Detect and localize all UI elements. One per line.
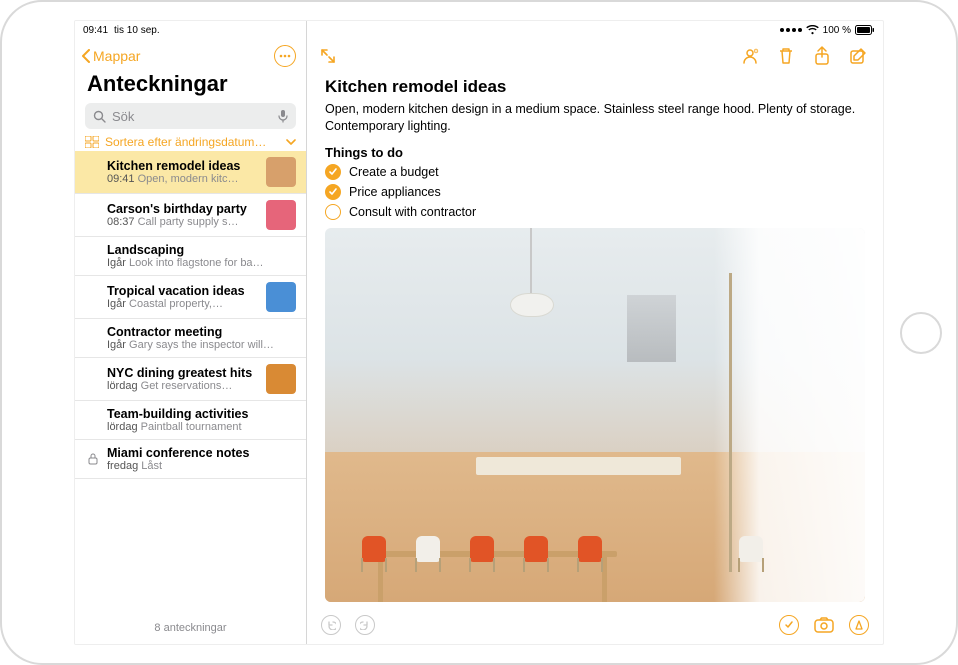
note-list-item[interactable]: Kitchen remodel ideas09:41 Open, modern … bbox=[75, 151, 306, 194]
screen: 09:41 tis 10 sep. 100 % Mappar bbox=[74, 20, 884, 645]
note-item-title: Contractor meeting bbox=[107, 325, 296, 339]
wifi-icon bbox=[806, 25, 819, 35]
note-item-subtitle: lördag Get reservations… bbox=[107, 380, 258, 392]
chevron-down-icon bbox=[286, 138, 296, 146]
note-item-title: Landscaping bbox=[107, 243, 296, 257]
expand-button[interactable] bbox=[317, 45, 339, 67]
checklist-item[interactable]: Price appliances bbox=[325, 184, 865, 200]
checklist-label: Price appliances bbox=[349, 185, 441, 199]
home-button[interactable] bbox=[900, 312, 942, 354]
checklist-label: Consult with contractor bbox=[349, 205, 476, 219]
note-item-subtitle: 09:41 Open, modern kitc… bbox=[107, 173, 258, 185]
note-editor: Kitchen remodel ideas Open, modern kitch… bbox=[307, 21, 883, 644]
note-list-item[interactable]: Contractor meetingIgår Gary says the ins… bbox=[75, 319, 306, 358]
checklist-button[interactable] bbox=[779, 615, 799, 635]
share-button[interactable] bbox=[811, 45, 833, 67]
note-list-item[interactable]: Carson's birthday party08:37 Call party … bbox=[75, 194, 306, 237]
search-input[interactable]: Sök bbox=[85, 103, 296, 129]
sort-label: Sortera efter ändringsdatum… bbox=[105, 135, 266, 149]
redo-button[interactable] bbox=[355, 615, 375, 635]
note-item-subtitle: fredag Låst bbox=[107, 460, 296, 472]
note-item-subtitle: lördag Paintball tournament bbox=[107, 421, 296, 433]
back-to-folders-button[interactable]: Mappar bbox=[81, 48, 140, 64]
editor-toolbar-top bbox=[307, 41, 883, 69]
note-item-title: Miami conference notes bbox=[107, 446, 296, 460]
checklist-label: Create a budget bbox=[349, 165, 439, 179]
grid-icon bbox=[85, 136, 99, 148]
sidebar-title: Anteckningar bbox=[75, 69, 306, 103]
note-item-thumbnail bbox=[266, 157, 296, 187]
note-item-subtitle: Igår Coastal property,… bbox=[107, 298, 258, 310]
note-list-item[interactable]: Tropical vacation ideasIgår Coastal prop… bbox=[75, 276, 306, 319]
dictate-icon[interactable] bbox=[278, 109, 288, 123]
checklist: Create a budget Price appliances Consult w… bbox=[325, 164, 865, 220]
note-list-item[interactable]: Miami conference notesfredag Låst bbox=[75, 440, 306, 479]
battery-icon bbox=[855, 25, 875, 35]
status-bar: 09:41 tis 10 sep. 100 % bbox=[75, 21, 883, 39]
note-list-item[interactable]: LandscapingIgår Look into flagstone for … bbox=[75, 237, 306, 276]
search-placeholder: Sök bbox=[112, 109, 134, 124]
note-item-title: Team-building activities bbox=[107, 407, 296, 421]
notes-sidebar: Mappar Anteckningar Sök Sortera efter än… bbox=[75, 21, 307, 644]
note-item-subtitle: 08:37 Call party supply s… bbox=[107, 216, 258, 228]
undo-button[interactable] bbox=[321, 615, 341, 635]
checkbox-unchecked-icon[interactable] bbox=[325, 204, 341, 220]
delete-button[interactable] bbox=[775, 45, 797, 67]
note-item-thumbnail bbox=[266, 282, 296, 312]
more-options-button[interactable] bbox=[274, 45, 296, 67]
status-date: tis 10 sep. bbox=[114, 25, 160, 36]
notes-count: 8 anteckningar bbox=[75, 614, 306, 644]
note-item-title: Carson's birthday party bbox=[107, 202, 258, 216]
camera-button[interactable] bbox=[813, 614, 835, 636]
checkbox-checked-icon[interactable] bbox=[325, 164, 341, 180]
note-item-title: Tropical vacation ideas bbox=[107, 284, 258, 298]
checklist-header[interactable]: Things to do bbox=[325, 145, 865, 160]
battery-percent: 100 % bbox=[823, 25, 851, 36]
back-label: Mappar bbox=[93, 48, 140, 64]
note-title[interactable]: Kitchen remodel ideas bbox=[325, 77, 865, 97]
note-image[interactable] bbox=[325, 228, 865, 602]
notes-list: Kitchen remodel ideas09:41 Open, modern … bbox=[75, 151, 306, 614]
ellipsis-icon bbox=[279, 54, 291, 58]
status-time: 09:41 bbox=[83, 25, 108, 36]
cellular-icon bbox=[780, 28, 802, 32]
search-icon bbox=[93, 110, 106, 123]
checkbox-checked-icon[interactable] bbox=[325, 184, 341, 200]
note-list-item[interactable]: NYC dining greatest hitslördag Get reser… bbox=[75, 358, 306, 401]
note-body[interactable]: Kitchen remodel ideas Open, modern kitch… bbox=[307, 69, 883, 610]
note-item-thumbnail bbox=[266, 364, 296, 394]
collaborate-button[interactable] bbox=[739, 45, 761, 67]
lock-icon bbox=[87, 453, 99, 465]
checklist-item[interactable]: Consult with contractor bbox=[325, 204, 865, 220]
ipad-frame: 09:41 tis 10 sep. 100 % Mappar bbox=[0, 0, 958, 665]
note-paragraph[interactable]: Open, modern kitchen design in a medium … bbox=[325, 101, 865, 135]
note-item-subtitle: Igår Look into flagstone for ba… bbox=[107, 257, 296, 269]
note-item-subtitle: Igår Gary says the inspector will… bbox=[107, 339, 296, 351]
note-item-title: NYC dining greatest hits bbox=[107, 366, 258, 380]
sort-button[interactable]: Sortera efter ändringsdatum… bbox=[85, 135, 296, 149]
note-item-thumbnail bbox=[266, 200, 296, 230]
checklist-item[interactable]: Create a budget bbox=[325, 164, 865, 180]
compose-button[interactable] bbox=[847, 45, 869, 67]
markup-button[interactable] bbox=[849, 615, 869, 635]
editor-toolbar-bottom bbox=[307, 610, 883, 644]
chevron-left-icon bbox=[81, 49, 91, 63]
note-list-item[interactable]: Team-building activitieslördag Paintball… bbox=[75, 401, 306, 440]
note-item-title: Kitchen remodel ideas bbox=[107, 159, 258, 173]
